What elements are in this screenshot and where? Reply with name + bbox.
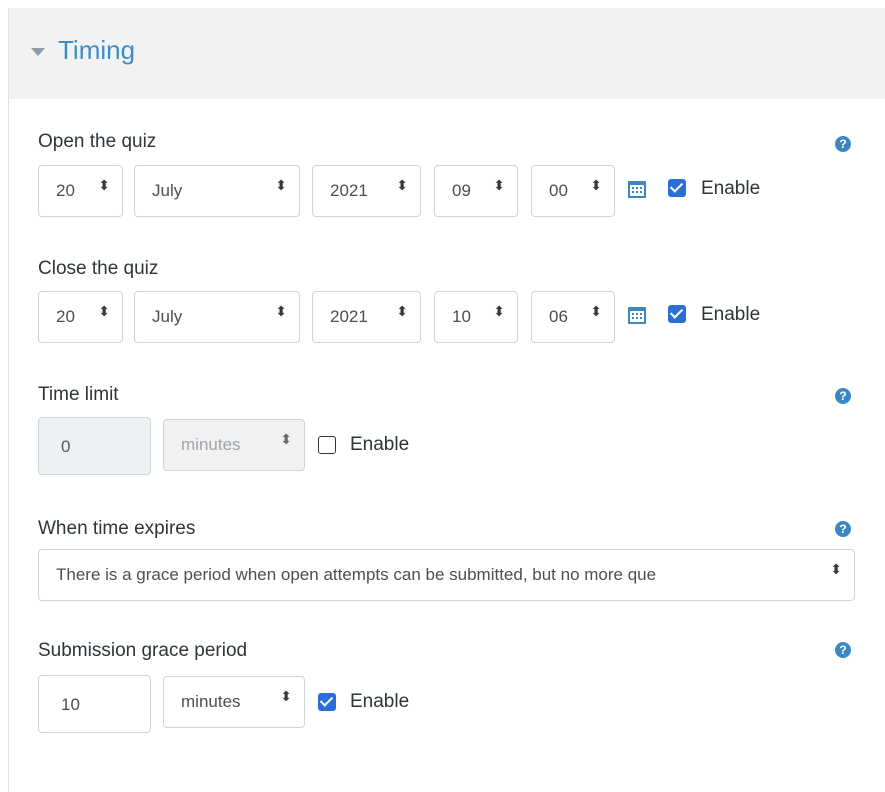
section-title[interactable]: Timing <box>58 35 135 66</box>
select-arrow-icon: ⬍ <box>493 177 505 193</box>
open-hour-select[interactable]: 09 ⬍ <box>434 165 518 217</box>
close-hour-value: 10 <box>452 307 471 326</box>
select-arrow-icon: ⬍ <box>275 303 287 319</box>
time-limit-unit-select[interactable]: minutes ⬍ <box>163 419 305 471</box>
close-year-select[interactable]: 2021 ⬍ <box>312 291 421 343</box>
grace-period-input[interactable]: 10 <box>38 675 151 733</box>
close-month-value: July <box>152 307 183 326</box>
close-minute-value: 06 <box>549 307 568 326</box>
select-arrow-icon: ⬍ <box>275 177 287 193</box>
close-enable-checkbox[interactable] <box>668 305 686 323</box>
time-limit-input[interactable]: 0 <box>38 417 151 475</box>
select-arrow-icon: ⬍ <box>98 303 110 319</box>
close-day-select[interactable]: 20 ⬍ <box>38 291 123 343</box>
help-icon[interactable]: ? <box>835 388 851 404</box>
open-enable-label[interactable]: Enable <box>701 178 760 200</box>
close-quiz-label: Close the quiz <box>38 258 159 279</box>
open-month-select[interactable]: July ⬍ <box>134 165 300 217</box>
open-month-value: July <box>152 181 183 200</box>
grace-period-unit-select[interactable]: minutes ⬍ <box>163 676 305 728</box>
grace-period-enable-checkbox[interactable] <box>318 693 336 711</box>
time-limit-label: Time limit <box>38 384 119 405</box>
close-minute-select[interactable]: 06 ⬍ <box>531 291 615 343</box>
close-year-value: 2021 <box>330 307 368 326</box>
close-month-select[interactable]: July ⬍ <box>134 291 300 343</box>
select-arrow-icon: ⬍ <box>98 177 110 193</box>
time-limit-enable-checkbox[interactable] <box>318 436 336 454</box>
select-arrow-icon: ⬍ <box>280 688 292 704</box>
select-arrow-icon: ⬍ <box>396 303 408 319</box>
help-icon[interactable]: ? <box>835 642 851 658</box>
when-expires-value: There is a grace period when open attemp… <box>56 565 657 584</box>
help-icon[interactable]: ? <box>835 521 851 537</box>
when-expires-label: When time expires <box>38 518 196 539</box>
select-arrow-icon: ⬍ <box>590 177 602 193</box>
select-arrow-icon: ⬍ <box>280 431 292 447</box>
open-quiz-label: Open the quiz <box>38 131 157 152</box>
time-limit-unit-value: minutes <box>181 435 241 454</box>
calendar-icon[interactable] <box>628 307 646 324</box>
open-minute-value: 00 <box>549 181 568 200</box>
close-hour-select[interactable]: 10 ⬍ <box>434 291 518 343</box>
select-arrow-icon: ⬍ <box>590 303 602 319</box>
when-expires-select[interactable]: There is a grace period when open attemp… <box>38 549 855 601</box>
time-limit-value: 0 <box>61 437 71 456</box>
grace-period-enable-label[interactable]: Enable <box>350 691 409 713</box>
caret-down-icon[interactable] <box>31 48 45 56</box>
open-day-value: 20 <box>56 181 75 200</box>
open-day-select[interactable]: 20 ⬍ <box>38 165 123 217</box>
open-enable-checkbox[interactable] <box>668 179 686 197</box>
close-enable-label[interactable]: Enable <box>701 304 760 326</box>
close-day-value: 20 <box>56 307 75 326</box>
time-limit-enable-label[interactable]: Enable <box>350 434 409 456</box>
grace-period-unit-value: minutes <box>181 692 241 711</box>
select-arrow-icon: ⬍ <box>830 561 842 577</box>
section-header[interactable]: Timing <box>9 8 885 99</box>
select-arrow-icon: ⬍ <box>396 177 408 193</box>
help-icon[interactable]: ? <box>835 136 851 152</box>
open-year-value: 2021 <box>330 181 368 200</box>
open-year-select[interactable]: 2021 ⬍ <box>312 165 421 217</box>
open-minute-select[interactable]: 00 ⬍ <box>531 165 615 217</box>
grace-period-label: Submission grace period <box>38 640 248 661</box>
open-hour-value: 09 <box>452 181 471 200</box>
grace-period-value: 10 <box>61 695 80 714</box>
select-arrow-icon: ⬍ <box>493 303 505 319</box>
calendar-icon[interactable] <box>628 181 646 198</box>
